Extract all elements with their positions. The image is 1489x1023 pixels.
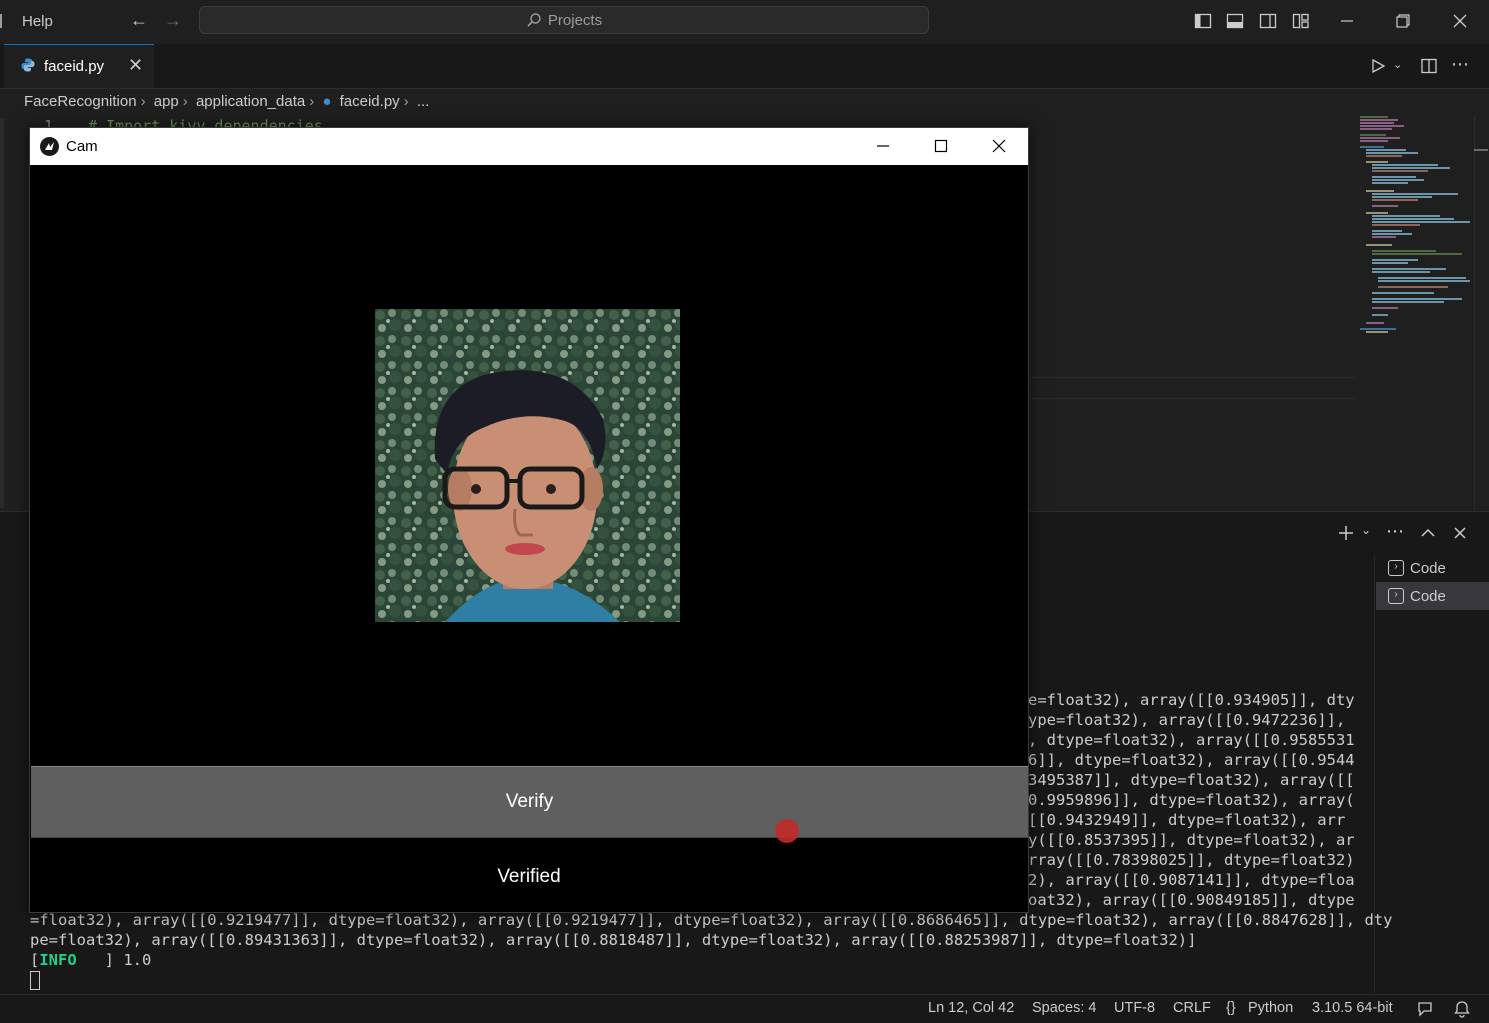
- cursor-position[interactable]: Ln 12, Col 42: [928, 1000, 1014, 1016]
- close-panel-icon[interactable]: [1452, 525, 1468, 541]
- terminal-tab-code-2[interactable]: › Code: [1376, 582, 1489, 610]
- mouse-pointer-indicator: [775, 819, 799, 843]
- search-icon: [527, 13, 541, 27]
- editor-scrollbar[interactable]: [1474, 115, 1489, 510]
- terminal-line: [[0.9432949]], dtype=float32), arr: [1028, 811, 1346, 829]
- braces-icon: {}: [1226, 1000, 1236, 1016]
- breadcrumb-item[interactable]: application_data: [196, 93, 305, 110]
- minimap[interactable]: [1358, 115, 1474, 340]
- cam-minimize-icon[interactable]: [875, 138, 891, 154]
- more-actions-icon[interactable]: ⋯: [1451, 54, 1469, 75]
- terminal-line: pe=float32), array([[0.89431363]], dtype…: [30, 931, 1197, 949]
- python-interpreter[interactable]: 3.10.5 64-bit: [1312, 1000, 1393, 1016]
- toggle-secondary-sidebar-icon[interactable]: [1259, 12, 1277, 30]
- info-value: ] 1.0: [76, 951, 152, 969]
- terminal-line: ype=float32), array([[0.9472236]],: [1028, 711, 1346, 729]
- editor-divider: [1030, 398, 1355, 399]
- back-arrow-icon[interactable]: ←: [130, 10, 148, 31]
- toggle-primary-sidebar-icon[interactable]: [1194, 12, 1212, 30]
- terminal-line: , dtype=float32), array([[0.9585531: [1028, 731, 1355, 749]
- terminal-info-line: [INFO ] 1.0: [30, 951, 152, 969]
- terminal-tab-label: Code: [1410, 587, 1446, 605]
- panel-more-icon[interactable]: ⋯: [1386, 521, 1404, 542]
- verification-status-label: Verified: [497, 866, 561, 887]
- language-mode[interactable]: Python: [1248, 1000, 1293, 1016]
- editor-divider: [1030, 377, 1355, 378]
- terminal-cursor: [30, 971, 40, 990]
- cam-close-icon[interactable]: [991, 138, 1007, 154]
- breadcrumb-item[interactable]: FaceRecognition: [24, 93, 137, 110]
- cam-window[interactable]: Cam Verify Verified: [29, 127, 1029, 913]
- customize-layout-icon[interactable]: [1292, 12, 1310, 30]
- close-tab-icon[interactable]: ✕: [128, 55, 143, 76]
- terminal-line: rray([[0.78398025]], dtype=float32): [1028, 851, 1355, 869]
- terminal-line: e=float32), array([[0.934905]], dty: [1028, 691, 1355, 709]
- breadcrumb-item[interactable]: app: [154, 93, 179, 110]
- python-file-icon: [21, 58, 35, 72]
- terminal-dropdown-chevron-icon[interactable]: ⌄: [1361, 523, 1371, 537]
- command-center-search[interactable]: Projects: [199, 6, 929, 34]
- indentation-setting[interactable]: Spaces: 4: [1032, 1000, 1097, 1016]
- terminal-icon: ›: [1388, 588, 1404, 604]
- file-encoding[interactable]: UTF-8: [1114, 1000, 1155, 1016]
- restore-icon[interactable]: [1394, 12, 1412, 30]
- close-window-icon[interactable]: [1451, 12, 1469, 30]
- terminal-tab-code-1[interactable]: › Code: [1376, 554, 1489, 582]
- split-editor-icon[interactable]: [1420, 57, 1438, 75]
- run-dropdown-chevron-icon[interactable]: ⌄: [1393, 58, 1402, 71]
- scrollbar-marker: [1474, 149, 1488, 151]
- python-file-icon: ●: [322, 93, 332, 110]
- terminal-tab-label: Code: [1410, 559, 1446, 577]
- breadcrumb-item[interactable]: faceid.py: [340, 93, 400, 110]
- toggle-panel-icon[interactable]: [1226, 12, 1244, 30]
- terminal-icon: ›: [1388, 560, 1404, 576]
- feedback-icon[interactable]: [1416, 1000, 1434, 1018]
- terminal-line: y([[0.8537395]], dtype=float32), ar: [1028, 831, 1355, 849]
- verify-button[interactable]: Verify: [31, 766, 1028, 838]
- webcam-feed: [375, 309, 680, 622]
- status-bar: Ln 12, Col 42 Spaces: 4 UTF-8 CRLF {} Py…: [0, 994, 1489, 1023]
- maximize-panel-icon[interactable]: [1420, 525, 1436, 541]
- line-ending[interactable]: CRLF: [1173, 1000, 1211, 1016]
- tab-label: faceid.py: [44, 58, 105, 75]
- terminal-line: oat32), array([[0.90849185]], dtype: [1028, 891, 1355, 909]
- info-tag: INFO: [39, 951, 77, 969]
- cam-maximize-icon[interactable]: [933, 138, 949, 154]
- terminal-line: 3495387]], dtype=float32), array([[: [1028, 771, 1355, 789]
- menu-help[interactable]: Help: [22, 13, 53, 30]
- forward-arrow-icon[interactable]: →: [164, 10, 182, 31]
- terminal-line: 2), array([[0.9087141]], dtype=floa: [1028, 871, 1355, 889]
- cam-window-title: Cam: [66, 138, 98, 155]
- editor-tab-bar: [0, 44, 1489, 89]
- breadcrumb: FaceRecognition › app › application_data › …: [24, 93, 430, 110]
- terminal-line: =float32), array([[0.9219477]], dtype=fl…: [30, 911, 1393, 929]
- new-terminal-icon[interactable]: [1337, 524, 1355, 542]
- search-placeholder: Projects: [547, 11, 603, 29]
- run-python-icon[interactable]: [1370, 58, 1386, 74]
- minimize-icon[interactable]: [1338, 12, 1356, 30]
- window-edge-marker: [0, 14, 2, 28]
- terminal-line: 0.9959896]], dtype=float32), array(: [1028, 791, 1355, 809]
- kivy-app-icon: [40, 137, 59, 156]
- notifications-bell-icon[interactable]: [1453, 1000, 1471, 1018]
- activity-edge: [0, 118, 4, 508]
- breadcrumb-item[interactable]: ...: [417, 93, 430, 110]
- terminal-line: 6]], dtype=float32), array([[0.9544: [1028, 751, 1355, 769]
